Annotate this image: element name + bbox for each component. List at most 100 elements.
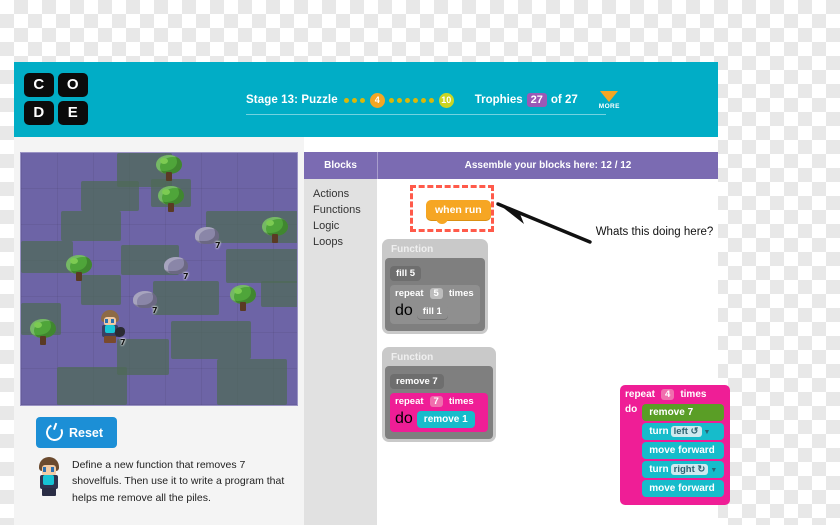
repeat-count-field[interactable]: 7 (429, 396, 443, 407)
header-status-bar: Stage 13: Puzzle 4 10 Trophies 27 of 27 (246, 86, 619, 115)
function-label: Function (391, 244, 434, 255)
tree-sprite (155, 155, 183, 183)
repeat-header: repeat 4 times (625, 389, 724, 400)
chevron-down-icon: ▼ (710, 467, 718, 474)
do-word: do (395, 410, 413, 427)
repeat-do-section: do remove 7 turn left ↺ ▼ move forward tur… (625, 404, 725, 497)
progress-dot[interactable] (360, 97, 366, 103)
function-body: fill 5 repeat 5 times do fill 1 (385, 258, 485, 331)
instruction-text: Define a new function that removes 7 sho… (72, 459, 285, 504)
program-stack[interactable]: repeat 4 times do remove 7 turn left ↺ ▼ m… (620, 385, 731, 505)
do-word: do (625, 404, 638, 415)
turn-word: turn (649, 464, 669, 475)
tree-sprite (229, 285, 257, 313)
annotation: Whats this doing here? (496, 200, 717, 244)
repeat-count-field[interactable]: 5 (429, 288, 443, 299)
stage-label: Stage 13: Puzzle (246, 94, 338, 106)
function-label: Function (391, 352, 434, 363)
terrain-patch (57, 367, 127, 405)
repeat-block[interactable]: repeat 7 times do remove 1 (390, 393, 488, 432)
progress-dot[interactable] (429, 97, 435, 103)
turn-word: turn (649, 426, 669, 437)
progress-dot[interactable] (421, 97, 427, 103)
repeat-count-field[interactable]: 4 (661, 389, 675, 400)
terrain-patch (153, 281, 219, 315)
times-word: times (448, 396, 474, 407)
tree-sprite (65, 255, 93, 283)
pile-count-label: 7 (183, 272, 189, 281)
tree-sprite (157, 186, 185, 214)
toolbox-item-logic[interactable]: Logic (313, 219, 377, 235)
times-word: times (448, 288, 474, 299)
toolbox-item-actions[interactable]: Actions (313, 187, 377, 203)
logo-letter-d: D (24, 101, 54, 125)
player-character (99, 310, 125, 344)
progress-dot[interactable] (389, 97, 395, 103)
blocks-canvas[interactable]: when run Whats this doing here? Function… (377, 179, 731, 525)
tab-blocks[interactable]: Blocks (304, 152, 378, 179)
turn-direction-dropdown[interactable]: right ↻ (670, 464, 709, 475)
terrain-patch (61, 211, 121, 241)
logo-letter-o: O (58, 73, 88, 97)
instruction-panel: Define a new function that removes 7 sho… (36, 457, 286, 506)
game-map[interactable]: 7 7 7 7 (20, 152, 298, 406)
toolbox-categories: Actions Functions Logic Loops (304, 179, 377, 525)
statement-move-forward[interactable]: move forward (642, 442, 725, 459)
toolbox-item-loops[interactable]: Loops (313, 235, 377, 251)
puzzle-progress-dots[interactable]: 4 10 (343, 92, 457, 108)
statement-remove-7[interactable]: remove 7 (642, 404, 725, 421)
statement-turn-right[interactable]: turn right ↻ ▼ (642, 461, 725, 478)
when-run-block[interactable]: when run (426, 200, 491, 224)
turn-direction-dropdown[interactable]: left ↺ (670, 426, 702, 437)
inner-block-remove[interactable]: remove 1 (416, 410, 475, 428)
toolbox-item-functions[interactable]: Functions (313, 203, 377, 219)
progress-dot[interactable] (397, 97, 403, 103)
terrain-patch (226, 249, 297, 283)
logo-letter-e: E (58, 101, 88, 125)
code-studio-app: C O D E Stage 13: Puzzle 4 10 Trophies 2… (14, 62, 731, 525)
workspace-header: Blocks Assemble your blocks here: 12 / 1… (304, 152, 718, 179)
repeat-word: repeat (395, 288, 424, 299)
function-body: remove 7 repeat 7 times do remove 1 (385, 366, 493, 439)
inner-block-fill[interactable]: fill 1 (416, 303, 448, 319)
terrain-patch (261, 281, 297, 307)
tree-sprite (29, 319, 57, 347)
power-refresh-icon (43, 421, 66, 444)
progress-dot[interactable] (413, 97, 419, 103)
do-word: do (395, 302, 413, 319)
progress-dot[interactable] (344, 97, 350, 103)
function-name-block[interactable]: remove 7 (390, 374, 444, 389)
more-menu-button[interactable]: MORE (599, 90, 620, 110)
avatar (36, 457, 62, 497)
terrain-patch (171, 321, 251, 359)
terrain-patch (217, 359, 287, 405)
function-definition-remove[interactable]: Function remove 7 repeat 7 times do remo… (382, 347, 496, 442)
repeat-word: repeat (395, 396, 424, 407)
function-definition-fill[interactable]: Function fill 5 repeat 5 times do fill 1 (382, 239, 488, 334)
trophies-count-badge: 27 (526, 93, 547, 107)
final-puzzle-dot[interactable]: 10 (438, 92, 454, 108)
repeat-block[interactable]: repeat 5 times do fill 1 (390, 285, 480, 324)
chevron-down-icon (600, 90, 619, 102)
code-logo[interactable]: C O D E (24, 73, 92, 127)
repeat-word: repeat (625, 389, 656, 400)
reset-button[interactable]: Reset (36, 417, 118, 448)
current-puzzle-dot[interactable]: 4 (369, 92, 385, 108)
workspace-panel: Blocks Assemble your blocks here: 12 / 1… (304, 137, 731, 525)
trophies-label: Trophies (474, 94, 523, 106)
progress-dot[interactable] (405, 97, 411, 103)
progress-dot[interactable] (352, 97, 358, 103)
chevron-down-icon: ▼ (703, 429, 711, 436)
logo-letter-c: C (24, 73, 54, 97)
times-word: times (680, 389, 707, 400)
statement-turn-left[interactable]: turn left ↺ ▼ (642, 423, 725, 440)
statement-stack: remove 7 turn left ↺ ▼ move forward turn ri… (642, 404, 725, 497)
trophies-total: of 27 (550, 94, 578, 106)
repeat-block-outer[interactable]: repeat 4 times do remove 7 turn left ↺ ▼ m… (620, 385, 731, 505)
pile-count-label: 7 (215, 241, 221, 250)
function-name-block[interactable]: fill 5 (390, 266, 422, 281)
arrow-icon (496, 202, 592, 244)
game-column: 7 7 7 7 Reset Define a new function that… (14, 137, 304, 525)
statement-move-forward[interactable]: move forward (642, 480, 725, 497)
trophies-status: Trophies 27 of 27 (475, 93, 578, 107)
